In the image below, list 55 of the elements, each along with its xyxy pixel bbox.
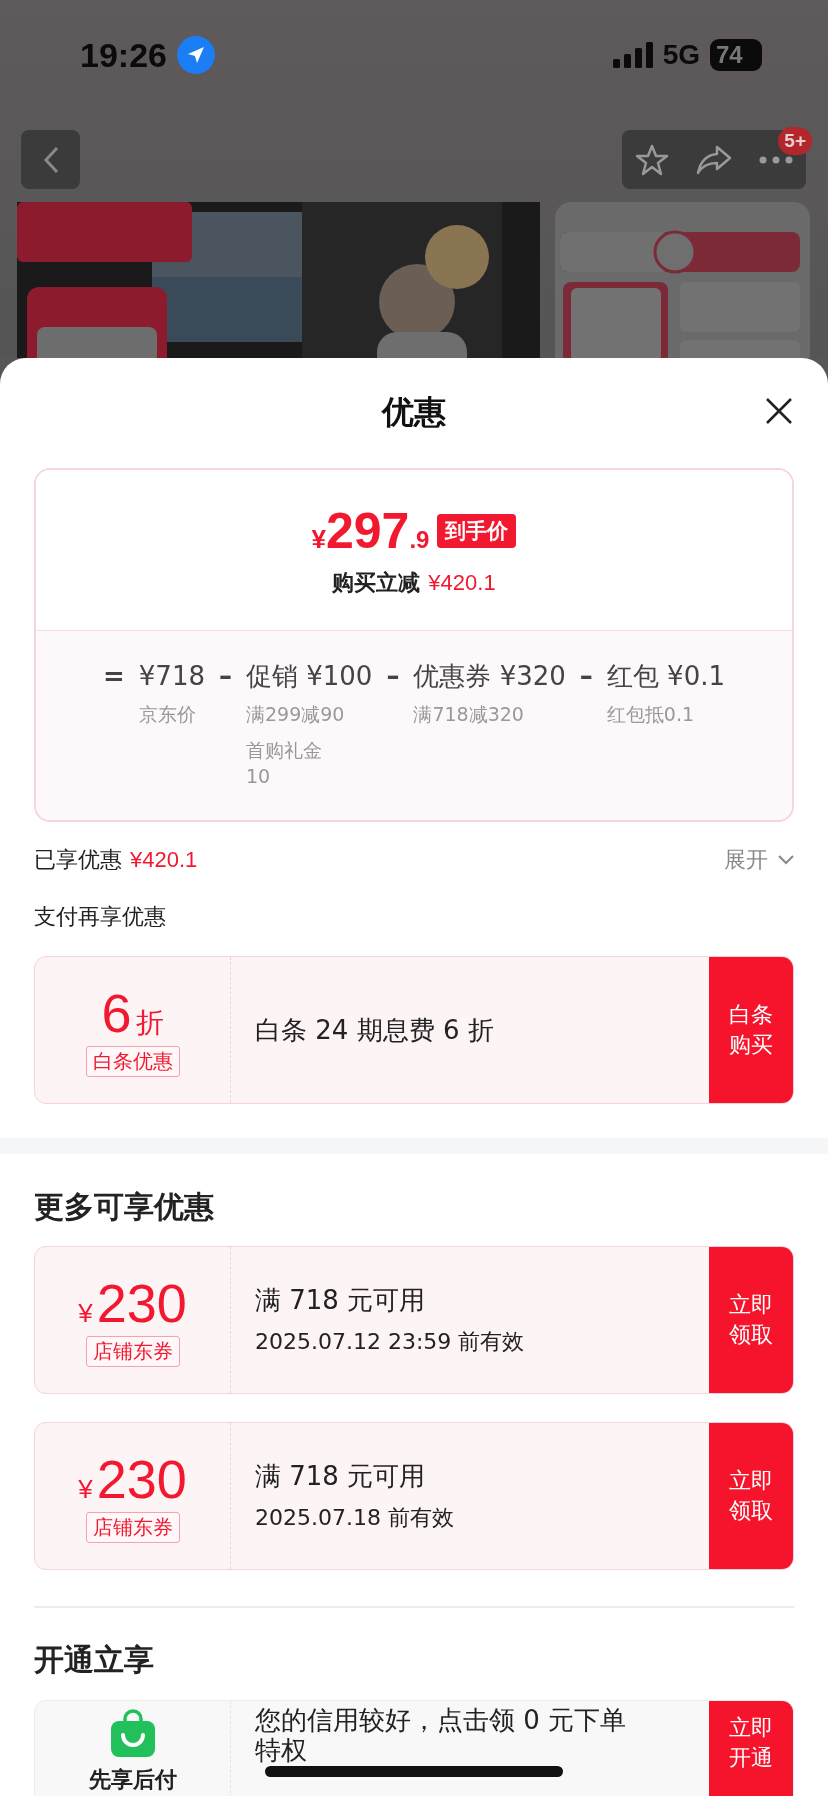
term-note: 京东价 xyxy=(138,702,197,727)
saving-label: 购买立减 xyxy=(332,569,421,597)
price-value: ¥297.9 xyxy=(311,502,430,560)
price-tag: 到手价 xyxy=(437,514,517,548)
offer-tag: 店铺东券 xyxy=(85,1335,180,1367)
more-button[interactable] xyxy=(758,155,793,164)
notification-badge: 5+ xyxy=(778,127,812,155)
term-note: 满718减320 xyxy=(413,702,525,727)
term-note: 红包抵0.1 xyxy=(606,702,696,727)
network-label: 5G xyxy=(662,39,700,71)
offer-text: 满 718 元可用 xyxy=(255,1284,427,1317)
term-amount: 优惠券 ¥320 xyxy=(413,660,566,693)
signal-icon xyxy=(612,42,653,68)
claim-button[interactable]: 立即领取 xyxy=(709,1423,793,1569)
battery-level: 74 xyxy=(710,39,762,71)
operator-sign: = xyxy=(103,660,125,693)
offer-tag: 白条优惠 xyxy=(85,1045,180,1077)
coupon-value: ¥230 xyxy=(78,1449,187,1508)
shopping-bag-icon xyxy=(110,1708,155,1757)
term-amount: ¥718 xyxy=(138,660,205,693)
star-button[interactable] xyxy=(635,142,670,177)
section-title: 更多可享优惠 xyxy=(34,1187,215,1226)
claim-button[interactable]: 立即领取 xyxy=(709,1247,793,1393)
operator-sign: – xyxy=(218,660,232,693)
location-icon xyxy=(176,36,215,74)
discount-value: 6 折 xyxy=(101,983,164,1042)
sheet-title: 优惠 xyxy=(382,392,446,433)
term-amount: 促销 ¥100 xyxy=(245,660,373,693)
chevron-icon xyxy=(778,855,794,865)
offer-text: 2025.07.18 前有效 xyxy=(255,1504,455,1532)
coupon-value: ¥230 xyxy=(78,1273,187,1332)
offer-text: 满 718 元可用 xyxy=(255,1460,427,1493)
offer-text: 2025.07.12 23:59 前有效 xyxy=(255,1328,526,1356)
term-amount: 红包 ¥0.1 xyxy=(606,660,725,693)
term-note: 首购礼金 10 xyxy=(245,738,323,789)
operator-sign: – xyxy=(579,660,593,693)
offer-text: 您的信用较好，点击领 0 元下单特权 xyxy=(255,1704,628,1765)
back-icon xyxy=(41,145,60,174)
section-title: 支付再享优惠 xyxy=(34,903,167,931)
claim-button[interactable]: 立即开通 xyxy=(709,1700,793,1796)
claim-button[interactable]: 白条购买 xyxy=(709,957,793,1103)
close-button[interactable] xyxy=(764,396,794,426)
offer-tag: 店铺东券 xyxy=(85,1511,180,1543)
summary-value: ¥420.1 xyxy=(130,847,198,873)
section-title: 开通立享 xyxy=(34,1641,155,1679)
clock: 19:26 xyxy=(80,35,167,75)
back-button[interactable] xyxy=(21,130,80,189)
operator-sign: – xyxy=(386,660,400,693)
saving-value: ¥420.1 xyxy=(428,570,496,596)
offer-text: 白条 24 期息费 6 折 xyxy=(255,1014,495,1047)
service-name: 先享后付 xyxy=(88,1765,177,1794)
share-button[interactable] xyxy=(696,144,732,175)
term-note: 满299减90 xyxy=(245,702,346,727)
expand-toggle[interactable]: 展开 xyxy=(724,845,794,875)
summary-label: 已享优惠 xyxy=(34,846,122,874)
